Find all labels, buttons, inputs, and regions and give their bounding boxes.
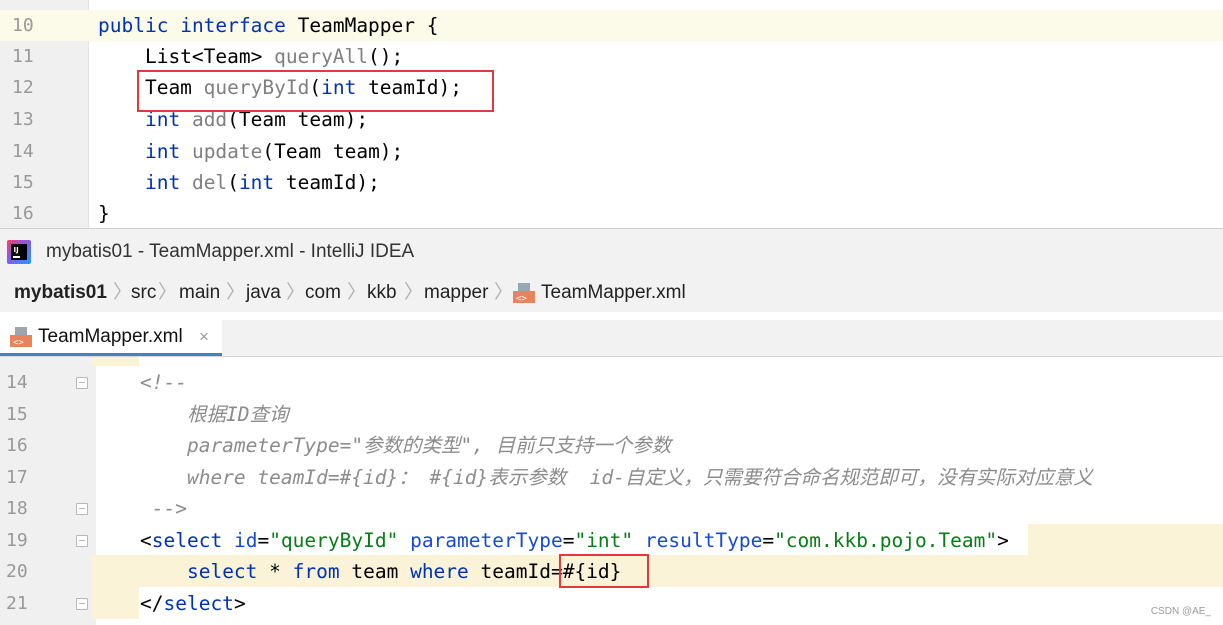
code-text[interactable]: where teamId=#{id}： #{id}表示参数 id-自定义，只需要… xyxy=(140,462,1093,494)
chevron-right-icon: 〉 xyxy=(494,282,514,303)
window-titlebar: IJ mybatis01 - TeamMapper.xml - IntelliJ… xyxy=(0,228,1223,275)
line-number: 21 xyxy=(6,592,28,614)
top-editor[interactable]: 10 public interface TeamMapper { 11 List… xyxy=(0,0,1223,228)
code-text[interactable]: <select id="queryById" parameterType="in… xyxy=(140,525,1009,557)
chevron-right-icon: 〉 xyxy=(226,282,246,303)
line-number: 15 xyxy=(12,172,34,193)
code-line[interactable]: 14 int update(Team team); xyxy=(0,136,1223,167)
svg-text:<>: <> xyxy=(13,338,24,347)
code-text[interactable]: } xyxy=(98,198,110,228)
line-number: 18 xyxy=(6,498,28,519)
code-text[interactable]: parameterType="参数的类型", 目前只支持一个参数 xyxy=(140,430,671,462)
code-line[interactable]: 15 根据ID查询 xyxy=(0,399,1223,431)
line-number: 11 xyxy=(12,46,34,67)
breadcrumb-item-mapper[interactable]: mapper xyxy=(424,274,488,312)
code-line[interactable]: 18 --> xyxy=(0,493,1223,525)
code-line[interactable]: 16 } xyxy=(0,198,1223,228)
breadcrumb: mybatis01 〉 src 〉 main 〉 java 〉 com 〉 kk… xyxy=(0,274,1223,312)
code-line[interactable]: 10 public interface TeamMapper { xyxy=(0,10,1223,41)
chevron-right-icon: 〉 xyxy=(158,282,178,303)
breadcrumb-item-main[interactable]: main xyxy=(179,274,220,312)
tab-label: TeamMapper.xml xyxy=(38,326,183,347)
line-number: 20 xyxy=(6,561,28,582)
intellij-icon: IJ xyxy=(7,240,31,264)
line-number: 10 xyxy=(12,15,34,36)
window-title: mybatis01 - TeamMapper.xml - IntelliJ ID… xyxy=(46,241,415,262)
fold-icon[interactable] xyxy=(76,597,88,610)
svg-text:IJ: IJ xyxy=(14,246,19,254)
code-text[interactable]: <!-- xyxy=(140,367,187,399)
code-text[interactable]: </select> xyxy=(140,588,246,620)
chevron-right-icon: 〉 xyxy=(286,282,306,303)
line-number: 14 xyxy=(6,372,28,393)
code-text[interactable]: 根据ID查询 xyxy=(140,399,289,431)
xml-file-icon: <> xyxy=(513,283,535,303)
highlight-box xyxy=(137,70,494,112)
line-number: 12 xyxy=(12,77,34,98)
tab-teammapper-xml[interactable]: <> TeamMapper.xml × xyxy=(0,320,222,356)
code-text[interactable]: public interface TeamMapper { xyxy=(98,10,439,41)
bottom-editor[interactable]: 14 <!-- 15 根据ID查询 16 parameterType="参数的类… xyxy=(0,357,1223,625)
fold-icon[interactable] xyxy=(76,534,88,547)
fold-icon[interactable] xyxy=(76,377,88,389)
line-number: 15 xyxy=(6,403,28,425)
chevron-right-icon: 〉 xyxy=(347,282,367,303)
code-text[interactable]: select * from team where teamId=#{id} xyxy=(140,556,621,588)
code-line[interactable]: 17 where teamId=#{id}： #{id}表示参数 id-自定义，… xyxy=(0,462,1223,494)
close-icon[interactable]: × xyxy=(199,320,209,354)
code-line[interactable]: 15 int del(int teamId); xyxy=(0,167,1223,198)
code-text[interactable]: --> xyxy=(140,493,187,525)
watermark: CSDN @AE_ xyxy=(1150,606,1211,617)
xml-file-icon: <> xyxy=(10,327,32,347)
line-number: 17 xyxy=(6,466,28,488)
svg-text:<>: <> xyxy=(516,294,527,303)
editor-tab-bar: <> TeamMapper.xml × xyxy=(0,320,1223,357)
breadcrumb-item-file[interactable]: TeamMapper.xml xyxy=(541,274,686,312)
chevron-right-icon: 〉 xyxy=(404,282,424,303)
line-highlight xyxy=(92,357,139,366)
chevron-right-icon: 〉 xyxy=(113,282,133,303)
line-number: 14 xyxy=(12,141,34,162)
breadcrumb-item-com[interactable]: com xyxy=(305,274,341,312)
line-number: 16 xyxy=(6,435,28,456)
code-text[interactable]: List<Team> queryAll(); xyxy=(98,41,403,72)
code-line[interactable]: 14 <!-- xyxy=(0,367,1223,399)
line-number: 16 xyxy=(12,203,34,224)
breadcrumb-item-kkb[interactable]: kkb xyxy=(367,274,397,312)
fold-icon[interactable] xyxy=(76,503,88,515)
code-text[interactable]: int update(Team team); xyxy=(98,136,403,167)
code-line[interactable]: 21 </select> xyxy=(0,588,1223,620)
code-line[interactable]: 11 List<Team> queryAll(); xyxy=(0,41,1223,72)
breadcrumb-item-java[interactable]: java xyxy=(246,274,281,312)
line-number: 13 xyxy=(12,109,34,130)
code-line[interactable]: 19 <select id="queryById" parameterType=… xyxy=(0,525,1223,557)
breadcrumb-item-project[interactable]: mybatis01 xyxy=(14,274,107,312)
code-line[interactable]: 16 parameterType="参数的类型", 目前只支持一个参数 xyxy=(0,430,1223,462)
code-text[interactable]: int del(int teamId); xyxy=(98,167,380,198)
line-number: 19 xyxy=(6,529,28,551)
breadcrumb-item-src[interactable]: src xyxy=(131,274,156,312)
highlight-box xyxy=(559,554,649,588)
